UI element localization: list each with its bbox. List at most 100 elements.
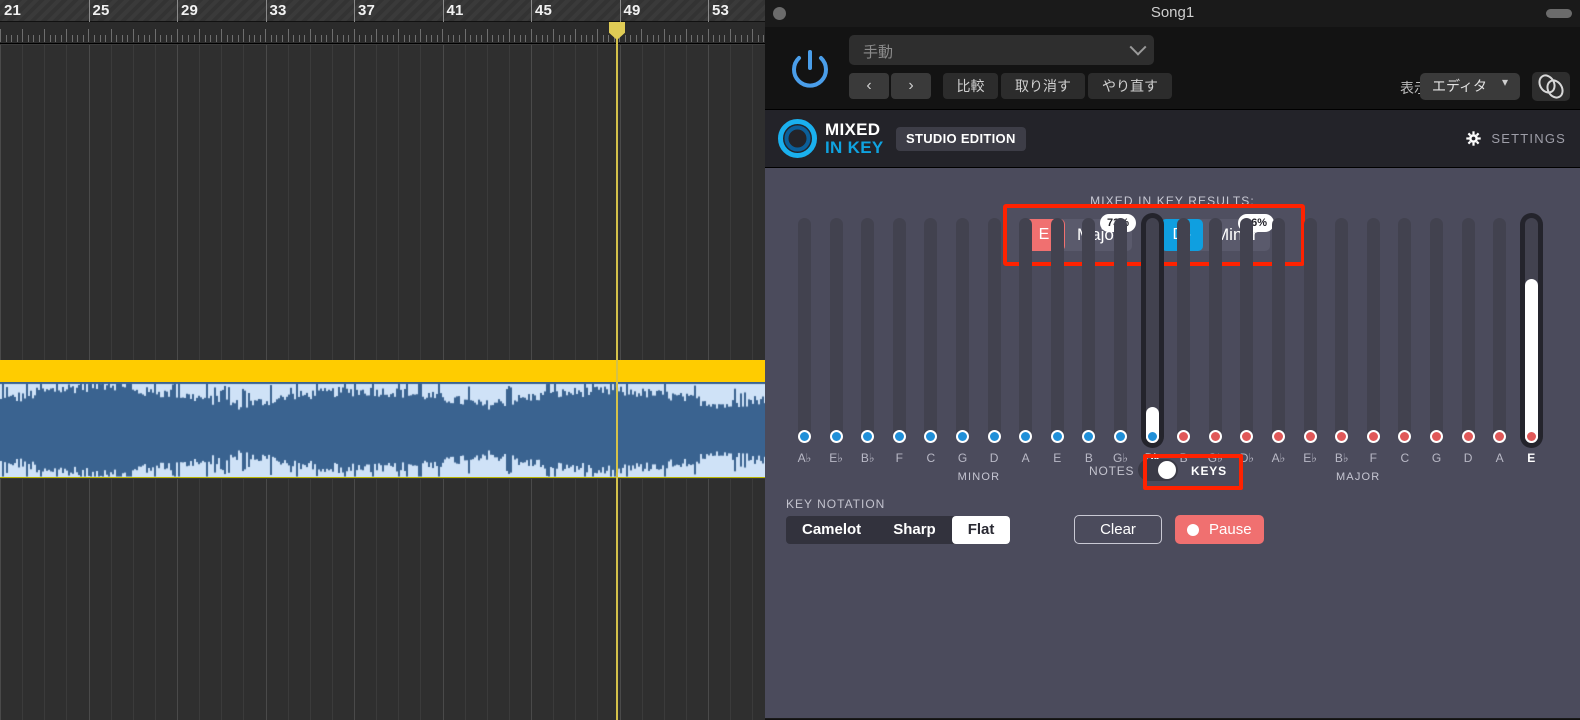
settings-button[interactable]: SETTINGS <box>1466 128 1566 150</box>
key-meter-dot[interactable] <box>1303 430 1317 443</box>
key-meter-dot[interactable] <box>1398 430 1412 443</box>
key-meter-dot[interactable] <box>1050 430 1064 443</box>
clear-button[interactable]: Clear <box>1074 515 1162 544</box>
key-meter-track[interactable] <box>1493 218 1507 443</box>
key-meter-dot[interactable] <box>861 430 875 443</box>
key-meter-dot[interactable] <box>829 430 843 443</box>
key-meter-fill <box>1524 278 1538 443</box>
prev-preset-button[interactable]: ‹ <box>849 73 889 99</box>
key-meter-dot[interactable] <box>1114 430 1127 443</box>
ruler-bar-divider <box>177 0 178 22</box>
key-meter-track[interactable] <box>1303 218 1317 443</box>
ruler-tick <box>393 35 394 42</box>
ruler-tick <box>476 35 477 42</box>
pause-button[interactable]: Pause <box>1175 515 1264 544</box>
ruler-tick <box>354 29 355 42</box>
ruler-tick <box>459 35 460 42</box>
ruler-tick <box>448 35 449 42</box>
key-meter-track[interactable] <box>1208 218 1222 443</box>
key-meter-track[interactable] <box>798 218 811 443</box>
key-meter-track[interactable] <box>1366 218 1380 443</box>
key-meter-dot[interactable] <box>798 430 811 443</box>
key-meter-label: E <box>1053 451 1062 465</box>
compare-button[interactable]: 比較 <box>943 73 998 99</box>
key-meter-track[interactable] <box>1272 218 1285 443</box>
undo-button[interactable]: 取り消す <box>1001 73 1085 99</box>
key-meter-dot[interactable] <box>956 430 969 443</box>
ruler-tick <box>182 35 183 42</box>
key-notation-segmented-control[interactable]: Camelot Sharp Flat <box>786 516 1011 544</box>
key-meter-track[interactable] <box>1240 218 1254 443</box>
minor-group-label: MINOR <box>957 471 1001 483</box>
key-meter-dot[interactable] <box>1240 430 1254 443</box>
key-meter-dot[interactable] <box>1461 430 1475 443</box>
key-meter-dot[interactable] <box>1208 430 1222 443</box>
key-meter-track[interactable] <box>1398 218 1412 443</box>
ruler-tick <box>426 35 427 42</box>
ruler-tick <box>359 35 360 42</box>
key-meter-track[interactable] <box>924 218 938 443</box>
edition-badge: STUDIO EDITION <box>896 127 1026 151</box>
ruler-tick <box>94 35 95 42</box>
view-select[interactable]: エディタ ▾ <box>1420 73 1520 100</box>
ruler-tick <box>415 35 416 42</box>
key-meter-track[interactable] <box>1050 218 1064 443</box>
ruler-tick <box>647 35 648 42</box>
key-meter-track[interactable] <box>1082 218 1096 443</box>
key-meter-dot[interactable] <box>1019 430 1033 443</box>
key-meter-dot[interactable] <box>1335 430 1349 443</box>
key-meter-track[interactable] <box>956 218 969 443</box>
ruler-tick <box>221 29 222 42</box>
key-meter-track[interactable] <box>987 218 1001 443</box>
key-meter-track[interactable] <box>829 218 843 443</box>
key-meter-track[interactable] <box>1335 218 1349 443</box>
key-meter-dot[interactable] <box>987 430 1001 443</box>
key-meter-track[interactable] <box>1430 218 1443 443</box>
redo-button[interactable]: やり直す <box>1088 73 1172 99</box>
link-icon[interactable] <box>1532 72 1570 101</box>
ruler-tick <box>227 35 228 42</box>
key-meter-dot[interactable] <box>924 430 938 443</box>
ruler-tick <box>127 35 128 42</box>
ruler-tick <box>149 35 150 42</box>
key-meter-group: A♭ E♭ B♭ F C G D A E B G♭ D♭ B G♭ D♭ A♭ E♭ B♭ F C G D A E MINOR M… <box>765 168 1580 719</box>
key-meter-track[interactable] <box>861 218 875 443</box>
timeline-ruler[interactable]: 21 25 29 33 37 41 45 49 53 <box>0 0 765 22</box>
key-meter-dot[interactable] <box>1177 430 1191 443</box>
key-meter-track[interactable] <box>1019 218 1033 443</box>
audio-clip[interactable] <box>0 360 765 478</box>
key-meter-dot[interactable] <box>1082 430 1096 443</box>
daw-arrange-window: 21 25 29 33 37 41 45 49 53 <box>0 0 776 720</box>
key-meter-dot[interactable] <box>1430 430 1443 443</box>
ruler-tick <box>243 29 244 42</box>
notation-option-camelot[interactable]: Camelot <box>786 516 877 544</box>
key-meter-dot[interactable] <box>1493 430 1507 443</box>
notation-option-flat[interactable]: Flat <box>951 516 1011 544</box>
next-preset-button[interactable]: › <box>891 73 931 99</box>
notes-keys-toggle[interactable] <box>1138 459 1178 481</box>
analyzer-panel: MIXED IN KEY RESULTS: E Major 73% D♭ Min… <box>765 168 1580 719</box>
window-resize-handle[interactable] <box>1546 9 1572 18</box>
ruler-tick <box>282 35 283 42</box>
ruler-tick <box>658 35 659 42</box>
key-meter-label: A♭ <box>797 451 812 465</box>
key-meter-dot[interactable] <box>1272 430 1285 443</box>
ruler-tick <box>669 35 670 42</box>
key-meter-track[interactable] <box>1461 218 1475 443</box>
key-meter-dot[interactable] <box>1524 430 1538 443</box>
timeline-subruler[interactable] <box>0 22 765 44</box>
ruler-bar-number: 25 <box>92 2 110 19</box>
key-meter-track[interactable] <box>892 218 906 443</box>
key-meter-track[interactable] <box>1114 218 1127 443</box>
key-meter-dot[interactable] <box>1145 430 1159 443</box>
key-meter-dot[interactable] <box>1366 430 1380 443</box>
power-icon[interactable] <box>785 44 835 94</box>
notation-option-sharp[interactable]: Sharp <box>877 516 952 544</box>
key-meter-track[interactable] <box>1177 218 1191 443</box>
preset-select[interactable]: 手動 <box>849 35 1154 65</box>
ruler-tick <box>680 35 681 42</box>
ruler-bar-divider <box>265 0 267 22</box>
ruler-tick <box>431 35 432 42</box>
key-meter-dot[interactable] <box>892 430 906 443</box>
ruler-tick <box>570 35 571 42</box>
